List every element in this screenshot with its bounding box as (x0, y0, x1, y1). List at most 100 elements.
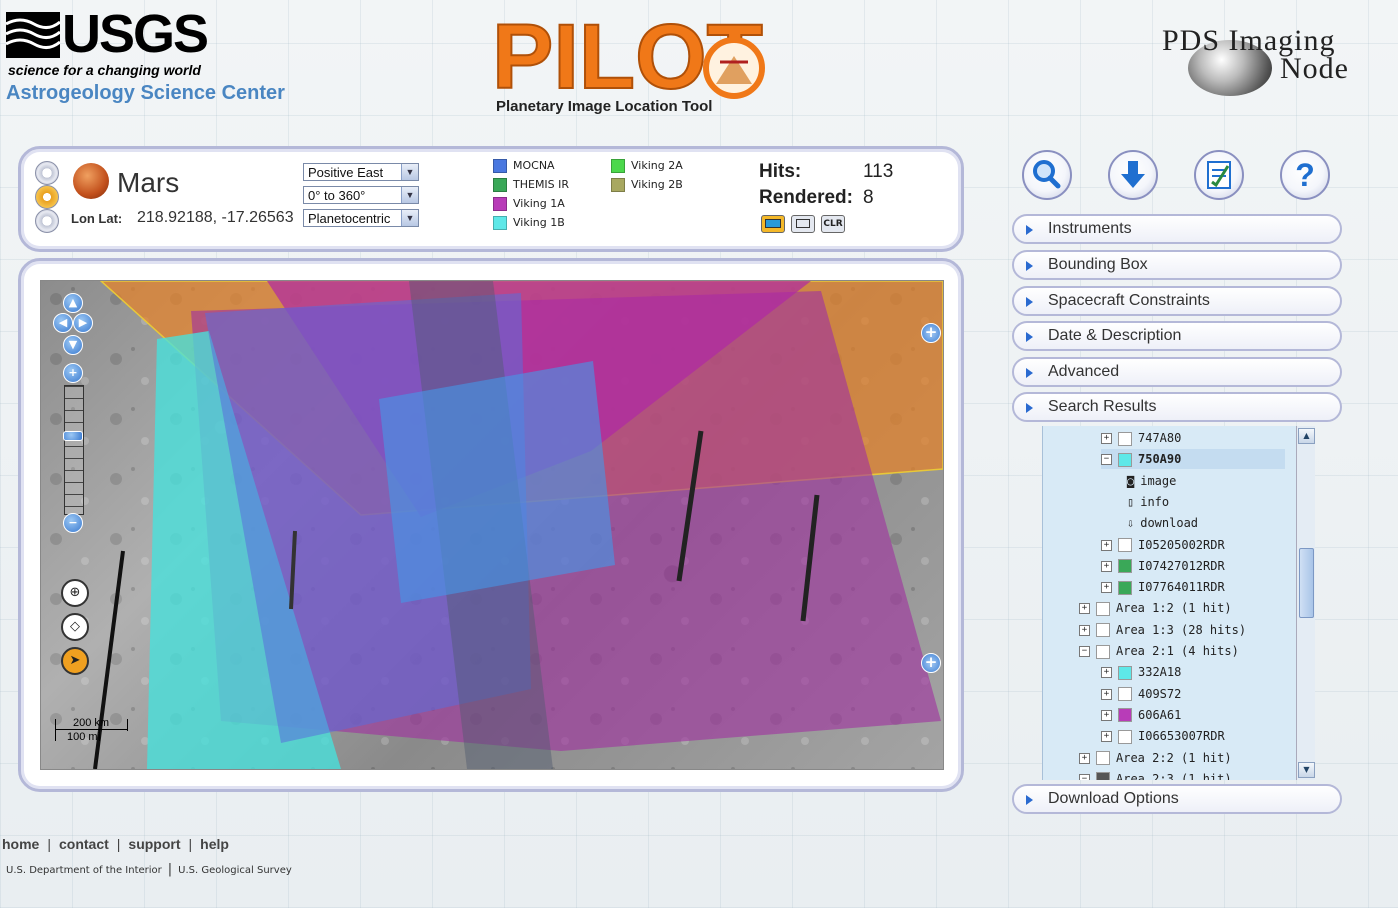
download-button[interactable] (1108, 150, 1158, 200)
scroll-up-icon[interactable]: ▲ (1298, 428, 1315, 444)
pds-imaging-node-logo[interactable]: PDS Imaging Node (1160, 10, 1380, 100)
zoom-in-button[interactable]: + (63, 363, 83, 383)
expand-node-icon[interactable]: + (1079, 624, 1090, 636)
tree-node[interactable]: − 750A90 (1101, 449, 1285, 470)
expand-node-icon[interactable]: + (1079, 603, 1090, 615)
footer-link-support[interactable]: support (128, 836, 180, 852)
magnify-tool-icon[interactable]: ⊕ (61, 579, 89, 607)
advanced-section-header[interactable]: Advanced (1012, 357, 1342, 387)
latitude-system-select[interactable]: Planetocentric ▼ (303, 209, 419, 227)
node-checkbox[interactable] (1118, 452, 1132, 467)
tree-node[interactable]: + I06653007RDR (1101, 726, 1285, 746)
expand-plus-icon[interactable]: + (921, 653, 941, 673)
expand-node-icon[interactable]: + (1101, 688, 1112, 700)
usgs-logo[interactable]: USGS science for a changing world Astrog… (6, 6, 296, 106)
search-results-tree[interactable]: +747A80 − 750A90 ◙ image ▯ info ⇩ download + I0520… (1042, 426, 1315, 780)
tree-node[interactable]: +606A61 (1101, 705, 1285, 725)
collapse-node-icon[interactable]: − (1079, 646, 1090, 657)
date-description-section-header[interactable]: Date & Description (1012, 321, 1342, 351)
mars-map[interactable]: ▲ ◀ ▶ ▼ + − ⊕ ◇ ➤ 200 km 100 mi + + (40, 280, 944, 770)
show-outlines-button[interactable] (791, 215, 815, 233)
planet-prev-button[interactable] (35, 161, 59, 185)
footer-link-usgs[interactable]: U.S. Geological Survey (178, 865, 292, 876)
expand-node-icon[interactable]: + (1101, 539, 1112, 551)
clear-button[interactable]: CLR (821, 215, 845, 233)
tree-node[interactable]: + Area 1:2 (1 hit) (1079, 598, 1285, 618)
footprint-blue-small[interactable] (379, 361, 615, 603)
pan-down-button[interactable]: ▼ (63, 335, 83, 355)
expand-node-icon[interactable]: + (1101, 731, 1112, 743)
tree-node[interactable]: + Area 2:2 (1 hit) (1079, 748, 1285, 768)
node-checkbox[interactable] (1118, 687, 1132, 702)
tree-node[interactable]: + I07427012RDR (1101, 556, 1285, 576)
footer-link-help[interactable]: help (200, 836, 229, 852)
chevron-down-icon: ▼ (401, 164, 418, 180)
tree-node[interactable]: + Area 1:3 (28 hits) (1079, 620, 1285, 640)
tree-node[interactable]: − Area 2:3 (1 hit) (1079, 769, 1285, 780)
footer-link-contact[interactable]: contact (59, 836, 109, 852)
collapse-node-icon[interactable]: − (1079, 773, 1090, 780)
expand-node-icon[interactable]: + (1101, 582, 1112, 594)
results-scrollbar[interactable]: ▲ ▼ (1296, 426, 1315, 780)
tree-node-label: Area 1:3 (28 hits) (1116, 622, 1247, 637)
pointer-tool-icon[interactable]: ➤ (61, 647, 89, 675)
expand-triangle-icon (1026, 297, 1033, 307)
download-options-section-header[interactable]: Download Options (1012, 784, 1342, 814)
node-checkbox[interactable] (1118, 580, 1132, 595)
bounding-box-section-header[interactable]: Bounding Box (1012, 250, 1342, 280)
expand-node-icon[interactable]: + (1101, 433, 1112, 444)
tree-leaf-download-arrow[interactable]: ⇩ download (1127, 513, 1285, 533)
spacecraft-constraints-section-header[interactable]: Spacecraft Constraints (1012, 286, 1342, 316)
node-checkbox[interactable] (1096, 772, 1110, 780)
expand-node-icon[interactable]: + (1079, 752, 1090, 764)
node-checkbox[interactable] (1118, 665, 1132, 680)
planet-next-button[interactable] (35, 209, 59, 233)
pan-up-button[interactable]: ▲ (63, 293, 83, 313)
instruments-section-header[interactable]: Instruments (1012, 214, 1342, 244)
expand-node-icon[interactable]: + (1101, 560, 1112, 572)
node-checkbox[interactable] (1096, 644, 1110, 659)
node-checkbox[interactable] (1118, 559, 1132, 574)
node-checkbox[interactable] (1096, 601, 1110, 616)
node-checkbox[interactable] (1118, 729, 1132, 744)
node-checkbox[interactable] (1118, 431, 1132, 446)
tree-node[interactable]: +332A18 (1101, 662, 1285, 682)
zoom-out-button[interactable]: − (63, 513, 83, 533)
checklist-button[interactable] (1194, 150, 1244, 200)
node-checkbox[interactable] (1118, 708, 1132, 723)
scale-tick (55, 719, 56, 741)
help-button[interactable]: ? (1280, 150, 1330, 200)
show-footprints-button[interactable] (761, 215, 785, 233)
zoom-slider-handle[interactable] (63, 431, 83, 441)
search-results-section-header[interactable]: Search Results (1012, 392, 1342, 422)
scroll-down-icon[interactable]: ▼ (1298, 762, 1315, 778)
longitude-range-select[interactable]: 0° to 360° ▼ (303, 186, 419, 204)
zoom-slider[interactable] (64, 385, 84, 515)
tree-node[interactable]: +409S72 (1101, 684, 1285, 704)
tree-node[interactable]: + I05205002RDR (1101, 535, 1285, 555)
footer-link-home[interactable]: home (2, 836, 39, 852)
tree-node[interactable]: +747A80 (1101, 428, 1285, 448)
node-checkbox[interactable] (1118, 538, 1132, 552)
tree-leaf-info[interactable]: ▯ info (1127, 492, 1285, 512)
node-checkbox[interactable] (1096, 751, 1110, 765)
pan-left-button[interactable]: ◀ (53, 313, 73, 333)
tree-node[interactable]: − Area 2:1 (4 hits) (1079, 641, 1285, 661)
astrogeology-center-link[interactable]: Astrogeology Science Center (6, 82, 285, 105)
expand-plus-icon[interactable]: + (921, 323, 941, 343)
tree-leaf-image[interactable]: ◙ image (1127, 471, 1285, 491)
footer-link-doi[interactable]: U.S. Department of the Interior (6, 865, 162, 876)
tree-node[interactable]: + I07764011RDR (1101, 577, 1285, 597)
planet-current-button[interactable] (35, 185, 59, 209)
box-select-tool-icon[interactable]: ◇ (61, 613, 89, 641)
search-button[interactable] (1022, 150, 1072, 200)
expand-node-icon[interactable]: + (1101, 709, 1112, 721)
expand-node-icon[interactable]: + (1101, 667, 1112, 679)
pan-right-button[interactable]: ▶ (73, 313, 93, 333)
rendered-label: Rendered: (759, 187, 853, 208)
chevron-down-icon: ▼ (401, 187, 418, 203)
node-checkbox[interactable] (1096, 623, 1110, 638)
scroll-thumb[interactable] (1299, 548, 1314, 618)
longitude-direction-select[interactable]: Positive East ▼ (303, 163, 419, 181)
collapse-node-icon[interactable]: − (1101, 454, 1112, 466)
